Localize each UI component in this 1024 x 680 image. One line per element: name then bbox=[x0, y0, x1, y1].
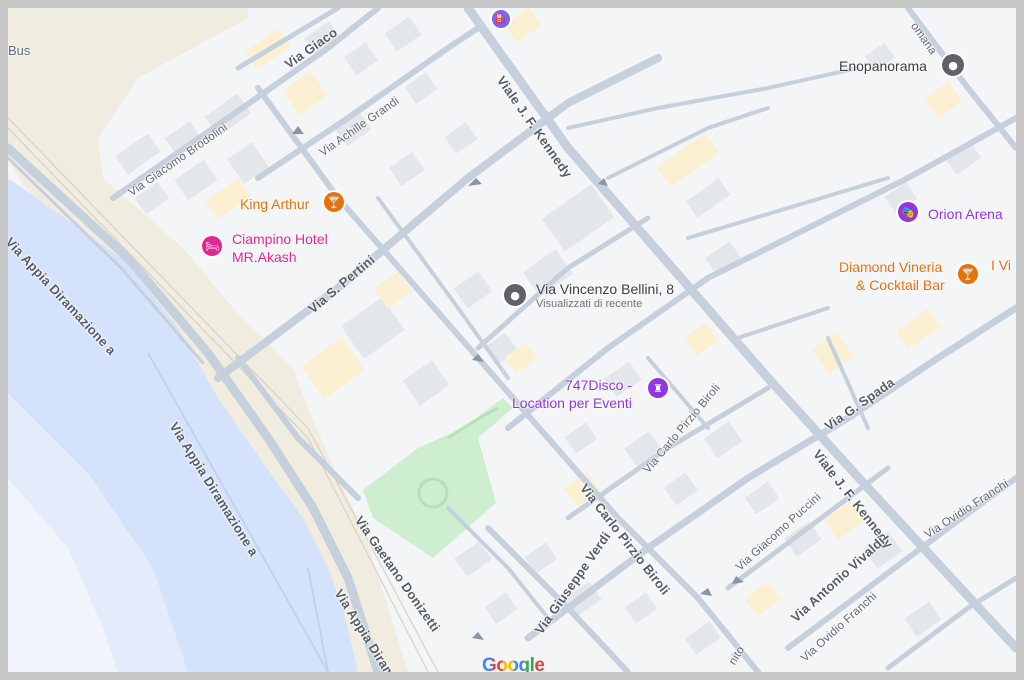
google-logo-text: Google bbox=[482, 655, 545, 672]
location-pin-icon-enopanorama[interactable]: ● bbox=[942, 54, 964, 76]
poi-diamond-line2[interactable]: & Cocktail Bar bbox=[856, 276, 945, 294]
poi-enopanorama-label[interactable]: Enopanorama bbox=[839, 57, 927, 75]
poi-i-vi-label[interactable]: I Vi bbox=[991, 256, 1011, 274]
bus-label[interactable]: Bus bbox=[8, 42, 30, 60]
poi-bellini-sub: Visualizzati di recente bbox=[536, 298, 643, 310]
cocktail-icon[interactable]: 🍸 bbox=[324, 192, 344, 212]
poi-bellini-label[interactable]: Via Vincenzo Bellini, 8 bbox=[536, 280, 674, 298]
poi-diamond-line1[interactable]: Diamond Vineria bbox=[839, 258, 942, 276]
poi-ciampino-hotel-line2[interactable]: MR.Akash bbox=[232, 248, 297, 266]
location-pin-icon[interactable]: ● bbox=[504, 284, 526, 306]
gas-station-icon[interactable]: ⛽ bbox=[492, 10, 510, 28]
hotel-bed-icon[interactable]: 🛏 bbox=[202, 236, 222, 256]
poi-disco-line2[interactable]: Location per Eventi bbox=[512, 394, 632, 412]
poi-orion-arena-label[interactable]: Orion Arena bbox=[928, 205, 1003, 223]
map-frame: Via Appia Diramazione a Via Appia Dirama… bbox=[8, 8, 1016, 672]
theater-icon[interactable]: 🎭 bbox=[898, 202, 918, 222]
cocktail-icon-diamond[interactable]: 🍸 bbox=[958, 264, 978, 284]
google-logo: Google bbox=[482, 655, 545, 672]
poi-ciampino-hotel-line1[interactable]: Ciampino Hotel bbox=[232, 230, 328, 248]
poi-king-arthur-label[interactable]: King Arthur bbox=[240, 195, 309, 213]
poi-disco-line1[interactable]: 747Disco - bbox=[565, 376, 632, 394]
event-venue-icon[interactable]: ♜ bbox=[648, 378, 668, 398]
